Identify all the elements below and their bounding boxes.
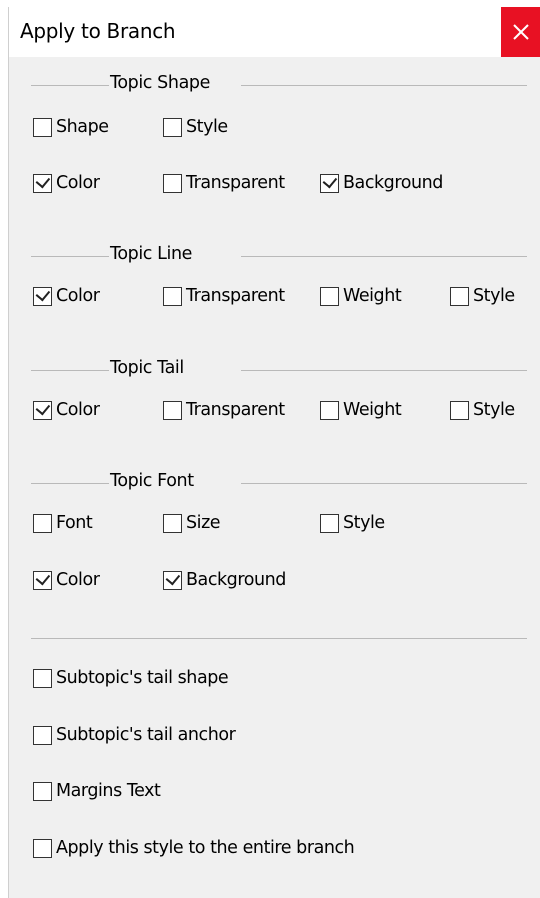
checkbox-label: Color <box>56 400 100 420</box>
checkbox-label: Transparent <box>186 400 285 420</box>
checkbox-label: Apply this style to the entire branch <box>56 838 355 858</box>
checkbox-box <box>163 400 182 420</box>
checkbox-box-checked <box>33 400 52 420</box>
separator <box>31 638 527 639</box>
checkbox-label: Transparent <box>186 286 285 306</box>
checkbox-line-transparent[interactable]: Transparent <box>163 286 285 306</box>
checkbox-label: Transparent <box>186 173 285 193</box>
dialog-title: Apply to Branch <box>20 19 176 43</box>
checkbox-box <box>163 117 182 137</box>
checkbox-box <box>33 513 52 533</box>
checkbox-box-checked <box>33 173 52 193</box>
checkbox-box <box>33 668 52 688</box>
checkbox-label: Weight <box>343 400 402 420</box>
section-divider-right <box>241 256 527 257</box>
checkbox-label: Size <box>186 513 221 533</box>
checkbox-font-color[interactable]: Color <box>33 570 100 590</box>
checkbox-subtopic-tail-shape[interactable]: Subtopic's tail shape <box>33 668 229 688</box>
checkbox-box <box>320 513 339 533</box>
section-title-topic-shape: Topic Shape <box>110 73 210 93</box>
checkbox-box <box>163 513 182 533</box>
apply-to-branch-dialog: Apply to Branch Topic Shape Shape Style … <box>8 7 540 898</box>
section-title-topic-tail: Topic Tail <box>110 358 184 378</box>
checkbox-label: Style <box>343 513 385 533</box>
checkbox-label: Color <box>56 570 100 590</box>
checkbox-font-style[interactable]: Style <box>320 513 385 533</box>
checkbox-shape-color[interactable]: Color <box>33 173 100 193</box>
checkbox-line-weight[interactable]: Weight <box>320 286 402 306</box>
section-divider-left <box>31 256 109 257</box>
checkbox-label: Weight <box>343 286 402 306</box>
checkbox-box <box>33 781 52 801</box>
section-divider-left <box>31 483 109 484</box>
checkbox-label: Style <box>473 400 515 420</box>
checkbox-box <box>450 400 469 420</box>
checkbox-box-checked <box>163 570 182 590</box>
checkbox-font-font[interactable]: Font <box>33 513 93 533</box>
checkbox-subtopic-tail-anchor[interactable]: Subtopic's tail anchor <box>33 725 236 745</box>
checkbox-margins-text[interactable]: Margins Text <box>33 781 161 801</box>
checkbox-font-background[interactable]: Background <box>163 570 286 590</box>
checkbox-label: Font <box>56 513 93 533</box>
checkbox-box <box>450 286 469 306</box>
checkbox-line-color[interactable]: Color <box>33 286 100 306</box>
checkbox-label: Color <box>56 173 100 193</box>
checkbox-box <box>163 286 182 306</box>
checkbox-shape-shape[interactable]: Shape <box>33 117 109 137</box>
checkbox-label: Subtopic's tail anchor <box>56 725 236 745</box>
checkbox-label: Background <box>343 173 443 193</box>
checkbox-shape-background[interactable]: Background <box>320 173 443 193</box>
section-divider-right <box>241 85 527 86</box>
checkbox-apply-entire-branch[interactable]: Apply this style to the entire branch <box>33 838 355 858</box>
title-bar: Apply to Branch <box>9 7 540 57</box>
checkbox-box <box>163 173 182 193</box>
section-title-topic-font: Topic Font <box>110 471 194 491</box>
checkbox-label: Style <box>186 117 228 137</box>
checkbox-box-checked <box>33 286 52 306</box>
section-title-topic-line: Topic Line <box>110 244 193 264</box>
checkbox-label: Background <box>186 570 286 590</box>
checkbox-line-style[interactable]: Style <box>450 286 515 306</box>
checkbox-tail-style[interactable]: Style <box>450 400 515 420</box>
checkbox-shape-transparent[interactable]: Transparent <box>163 173 285 193</box>
close-button[interactable] <box>501 7 540 57</box>
section-divider-right <box>241 370 527 371</box>
checkbox-label: Style <box>473 286 515 306</box>
close-icon <box>513 24 529 40</box>
checkbox-tail-transparent[interactable]: Transparent <box>163 400 285 420</box>
checkbox-tail-weight[interactable]: Weight <box>320 400 402 420</box>
checkbox-box <box>33 725 52 745</box>
checkbox-box-checked <box>33 570 52 590</box>
section-divider-left <box>31 85 109 86</box>
checkbox-box <box>33 117 52 137</box>
section-divider-right <box>241 483 527 484</box>
checkbox-tail-color[interactable]: Color <box>33 400 100 420</box>
checkbox-box <box>320 286 339 306</box>
checkbox-label: Color <box>56 286 100 306</box>
checkbox-label: Subtopic's tail shape <box>56 668 229 688</box>
checkbox-shape-style[interactable]: Style <box>163 117 228 137</box>
checkbox-label: Shape <box>56 117 109 137</box>
checkbox-font-size[interactable]: Size <box>163 513 221 533</box>
section-divider-left <box>31 370 109 371</box>
checkbox-box-checked <box>320 173 339 193</box>
checkbox-label: Margins Text <box>56 781 161 801</box>
checkbox-box <box>320 400 339 420</box>
checkbox-box <box>33 838 52 858</box>
